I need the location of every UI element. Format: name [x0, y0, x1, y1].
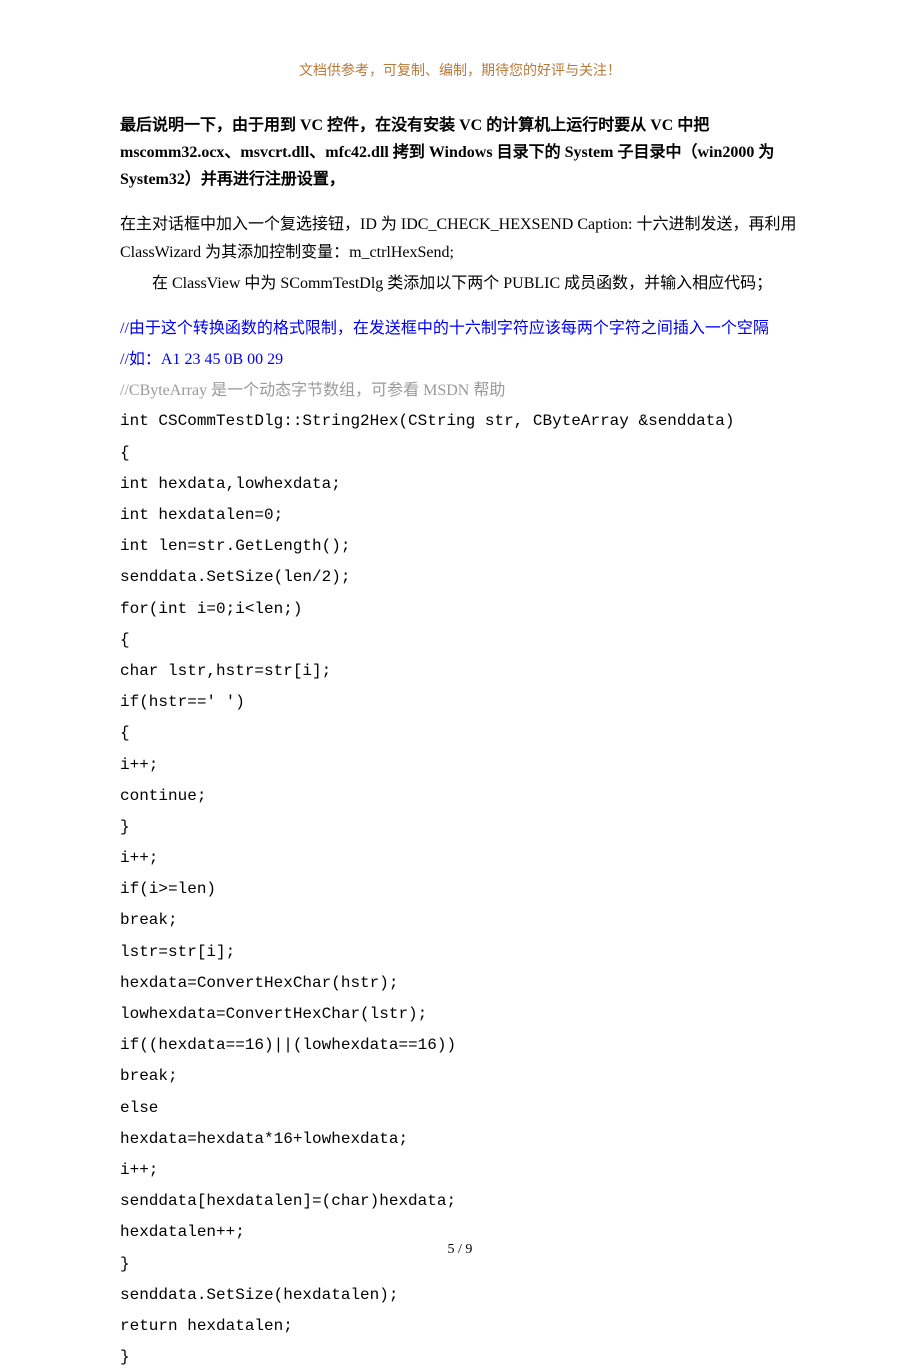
code-line: else — [120, 1095, 800, 1122]
code-line: int hexdata,lowhexdata; — [120, 471, 800, 498]
code-line: } — [120, 814, 800, 841]
code-line: senddata[hexdatalen]=(char)hexdata; — [120, 1188, 800, 1215]
code-line: i++; — [120, 1157, 800, 1184]
code-line: lstr=str[i]; — [120, 939, 800, 966]
paragraph-1: 在主对话框中加入一个复选接钮，ID 为 IDC_CHECK_HEXSEND Ca… — [120, 211, 800, 265]
code-line: continue; — [120, 783, 800, 810]
code-line: int hexdatalen=0; — [120, 502, 800, 529]
code-line: lowhexdata=ConvertHexChar(lstr); — [120, 1001, 800, 1028]
code-line: senddata.SetSize(len/2); — [120, 564, 800, 591]
code-line: i++; — [120, 752, 800, 779]
page-number: 5 / 9 — [0, 1238, 920, 1262]
code-line: return hexdatalen; — [120, 1313, 800, 1340]
code-line: for(int i=0;i<len;) — [120, 596, 800, 623]
code-line: if(i>=len) — [120, 876, 800, 903]
code-block: int CSCommTestDlg::String2Hex(CString st… — [120, 408, 800, 1371]
code-line: int len=str.GetLength(); — [120, 533, 800, 560]
code-line: { — [120, 720, 800, 747]
code-line: char lstr,hstr=str[i]; — [120, 658, 800, 685]
header-note: 文档供参考，可复制、编制，期待您的好评与关注！ — [120, 60, 800, 84]
code-comment-3: //CByteArray 是一个动态字节数组，可参看 MSDN 帮助 — [120, 377, 800, 404]
code-line: break; — [120, 1063, 800, 1090]
code-line: if(hstr==' ') — [120, 689, 800, 716]
paragraph-2: 在 ClassView 中为 SCommTestDlg 类添加以下两个 PUBL… — [120, 270, 800, 297]
code-line: int CSCommTestDlg::String2Hex(CString st… — [120, 408, 800, 435]
code-line: hexdata=ConvertHexChar(hstr); — [120, 970, 800, 997]
code-comment-2: //如：A1 23 45 0B 00 29 — [120, 346, 800, 373]
code-line: { — [120, 627, 800, 654]
code-line: i++; — [120, 845, 800, 872]
code-line: if((hexdata==16)||(lowhexdata==16)) — [120, 1032, 800, 1059]
code-line: { — [120, 440, 800, 467]
code-line: senddata.SetSize(hexdatalen); — [120, 1282, 800, 1309]
code-line: break; — [120, 907, 800, 934]
code-line: } — [120, 1344, 800, 1371]
code-comment-1: //由于这个转换函数的格式限制，在发送框中的十六制字符应该每两个字符之间插入一个… — [120, 315, 800, 342]
bold-intro-paragraph: 最后说明一下，由于用到 VC 控件，在没有安装 VC 的计算机上运行时要从 VC… — [120, 112, 800, 194]
code-line: hexdata=hexdata*16+lowhexdata; — [120, 1126, 800, 1153]
